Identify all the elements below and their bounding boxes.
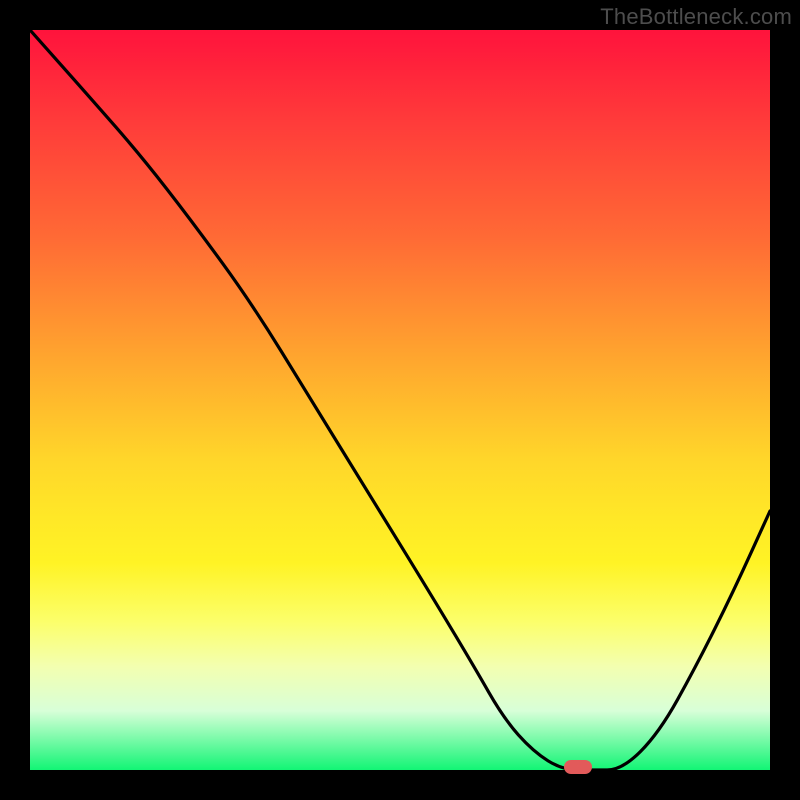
chart-frame: TheBottleneck.com	[0, 0, 800, 800]
optimal-marker	[564, 760, 592, 774]
plot-area	[30, 30, 770, 770]
bottleneck-curve	[30, 30, 770, 770]
watermark-text: TheBottleneck.com	[600, 4, 792, 30]
